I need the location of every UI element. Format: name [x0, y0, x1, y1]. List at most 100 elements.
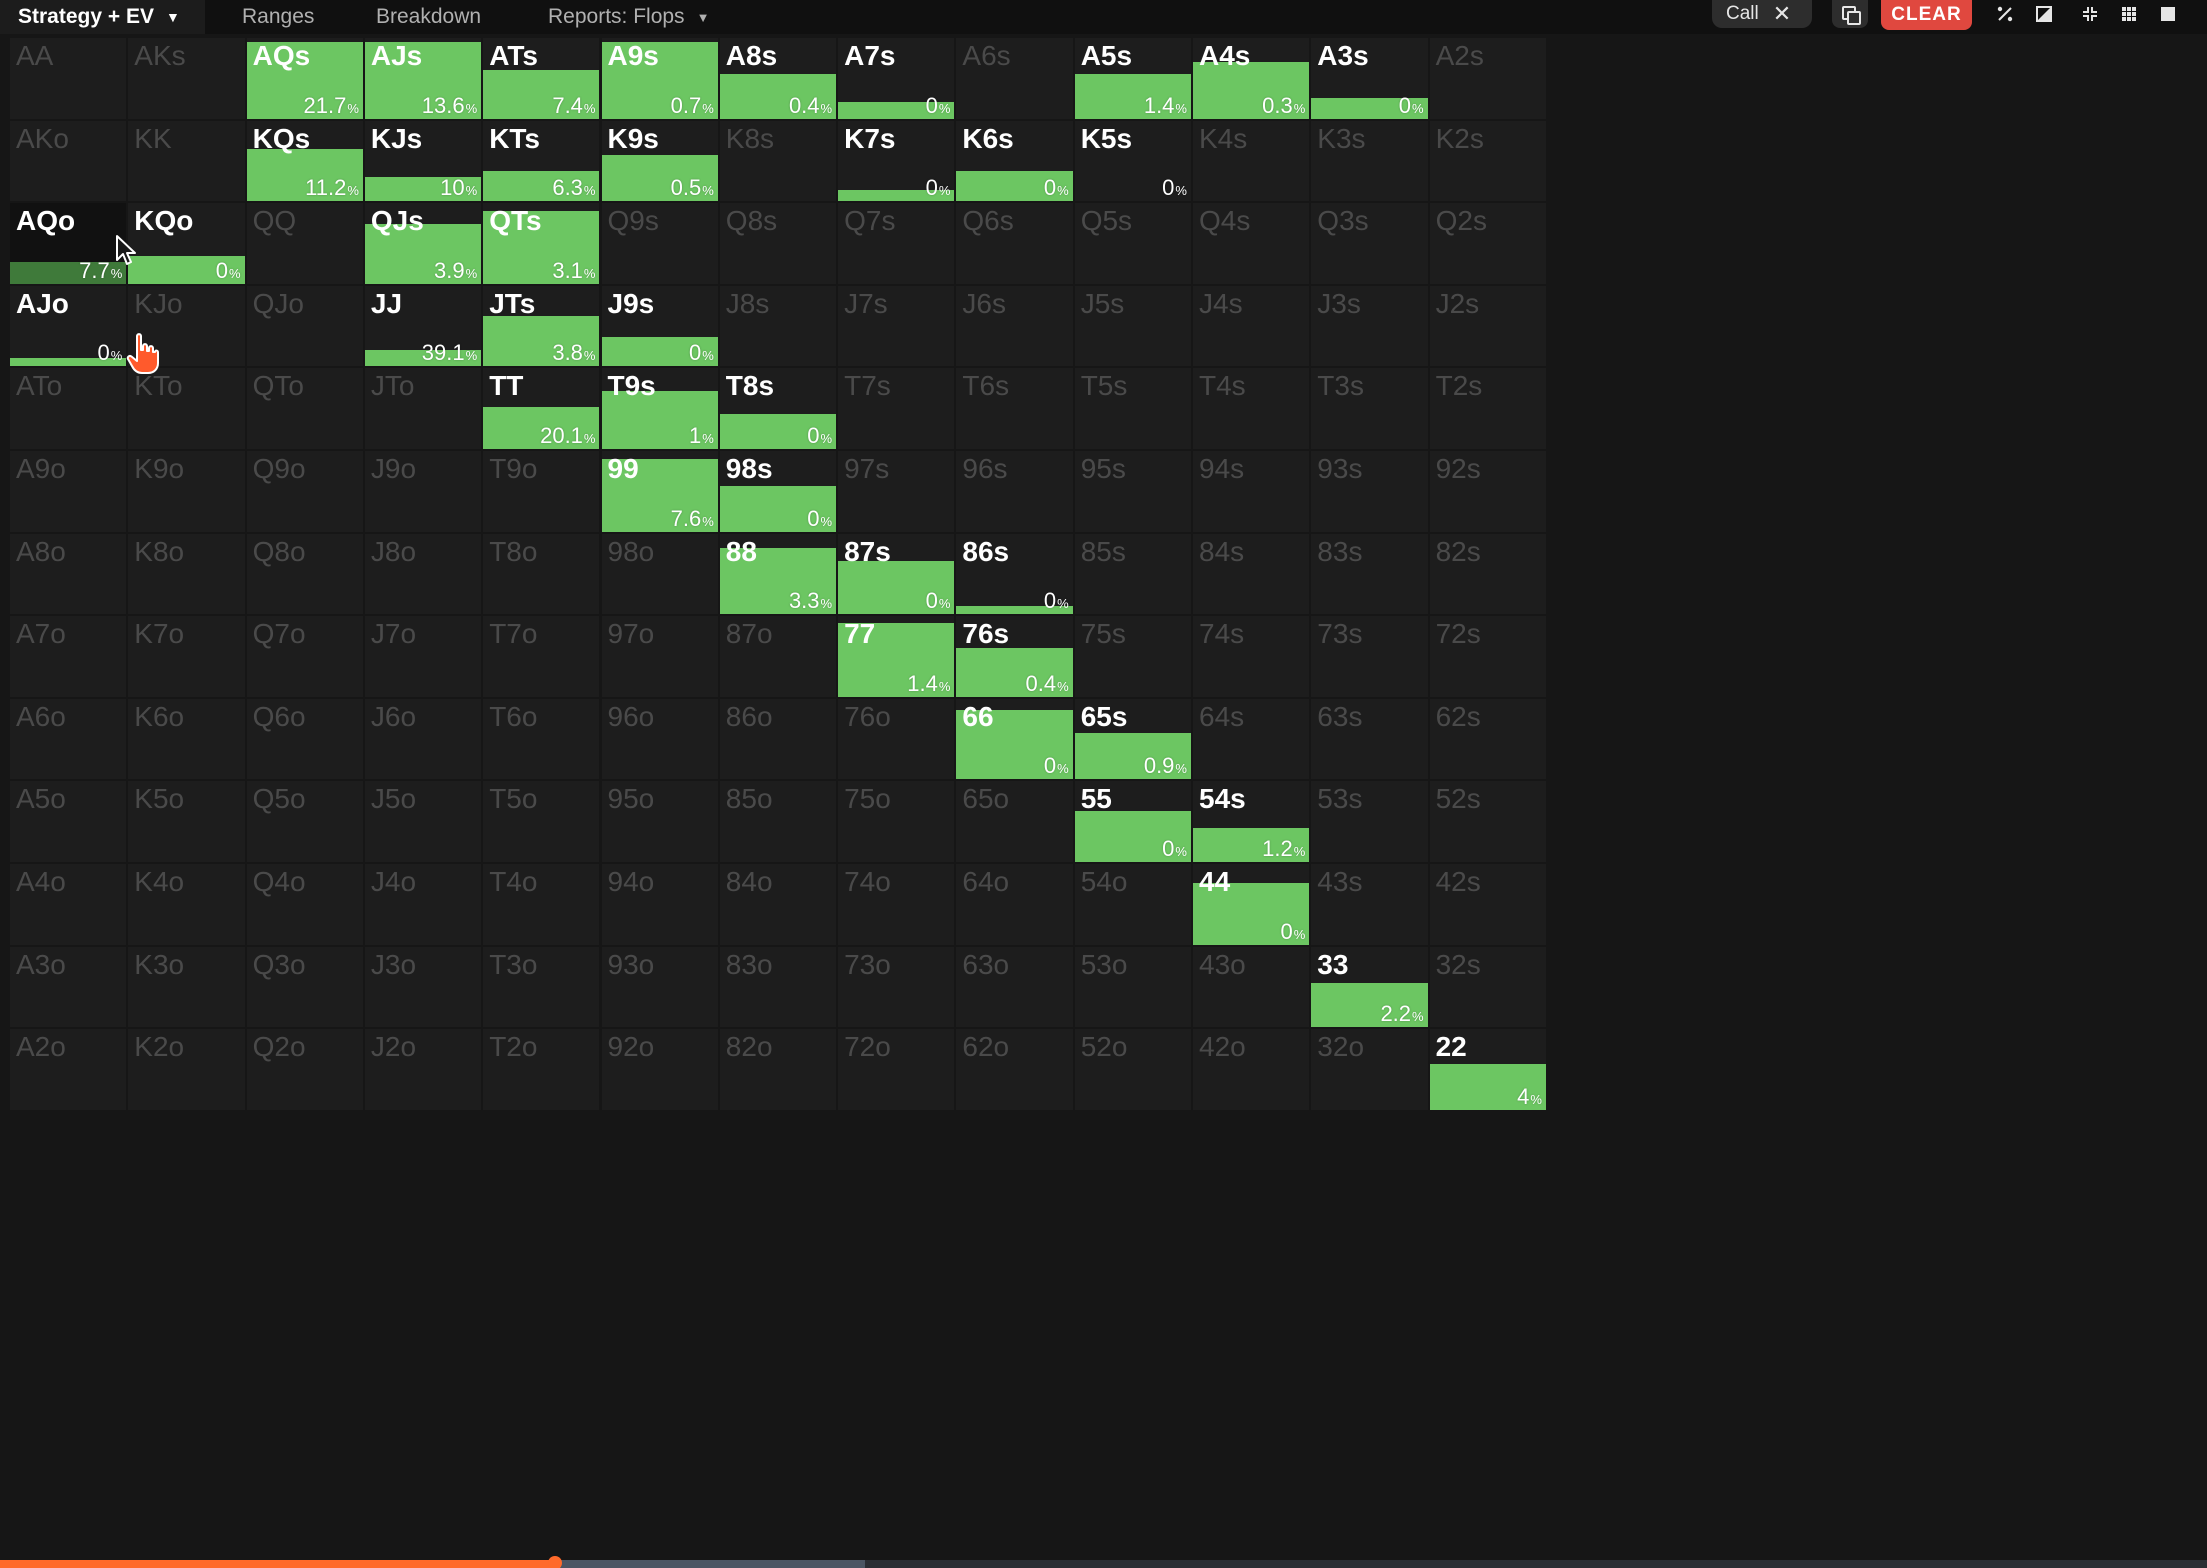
hand-cell-92s[interactable]: 92s — [1429, 451, 1546, 532]
hand-cell-85s[interactable]: 85s — [1074, 533, 1191, 615]
hand-cell-K7s[interactable]: 0% K7s — [838, 120, 955, 202]
hand-cell-J3s[interactable]: J3s — [1311, 285, 1428, 367]
hand-cell-53s[interactable]: 53s — [1311, 781, 1428, 862]
hand-cell-62o[interactable]: 62o — [956, 1029, 1073, 1110]
hand-cell-42o[interactable]: 42o — [1193, 1029, 1310, 1110]
hand-cell-75o[interactable]: 75o — [838, 781, 955, 862]
hand-cell-76o[interactable]: 76o — [838, 698, 955, 780]
hand-cell-AJs[interactable]: 13.6% AJs — [364, 38, 482, 119]
hand-cell-QJo[interactable]: QJo — [246, 285, 363, 367]
hand-cell-J4o[interactable]: J4o — [364, 864, 482, 945]
hand-cell-Q9s[interactable]: Q9s — [601, 203, 718, 284]
hand-cell-75s[interactable]: 75s — [1074, 616, 1191, 697]
hand-cell-A4o[interactable]: A4o — [10, 864, 127, 945]
hand-cell-Q7s[interactable]: Q7s — [838, 203, 955, 284]
hand-cell-96s[interactable]: 96s — [956, 451, 1073, 532]
hand-cell-Q2o[interactable]: Q2o — [246, 1029, 363, 1110]
hand-cell-87o[interactable]: 87o — [719, 616, 837, 697]
hand-cell-T9s[interactable]: 1% T9s — [601, 368, 718, 449]
hand-cell-72s[interactable]: 72s — [1429, 616, 1546, 697]
hand-cell-K6o[interactable]: K6o — [128, 698, 245, 780]
hand-cell-22[interactable]: 4% 22 — [1429, 1029, 1546, 1110]
hand-cell-63s[interactable]: 63s — [1311, 698, 1428, 780]
hand-cell-AKs[interactable]: AKs — [128, 38, 245, 119]
hand-cell-J6s[interactable]: J6s — [956, 285, 1073, 367]
hand-cell-J9o[interactable]: J9o — [364, 451, 482, 532]
hand-cell-42s[interactable]: 42s — [1429, 864, 1546, 945]
hand-cell-T3o[interactable]: T3o — [483, 946, 600, 1028]
hand-cell-65s[interactable]: 0.9% 65s — [1074, 698, 1191, 780]
hand-cell-93s[interactable]: 93s — [1311, 451, 1428, 532]
hand-cell-52o[interactable]: 52o — [1074, 1029, 1191, 1110]
hand-cell-J5s[interactable]: J5s — [1074, 285, 1191, 367]
hand-cell-77[interactable]: 1.4% 77 — [838, 616, 955, 697]
hand-cell-74o[interactable]: 74o — [838, 864, 955, 945]
hand-cell-JTo[interactable]: JTo — [364, 368, 482, 449]
hand-cell-J8s[interactable]: J8s — [719, 285, 837, 367]
hand-cell-82o[interactable]: 82o — [719, 1029, 837, 1110]
hand-cell-T5s[interactable]: T5s — [1074, 368, 1191, 449]
hand-cell-A2o[interactable]: A2o — [10, 1029, 127, 1110]
hand-cell-87s[interactable]: 0% 87s — [838, 533, 955, 615]
hand-cell-K8s[interactable]: K8s — [719, 120, 837, 202]
hand-cell-AQo[interactable]: 7.7% AQo — [10, 203, 127, 284]
hand-cell-T6s[interactable]: T6s — [956, 368, 1073, 449]
hand-cell-K3s[interactable]: K3s — [1311, 120, 1428, 202]
hand-cell-ATo[interactable]: ATo — [10, 368, 127, 449]
hand-cell-73s[interactable]: 73s — [1311, 616, 1428, 697]
hand-cell-83s[interactable]: 83s — [1311, 533, 1428, 615]
hand-cell-85o[interactable]: 85o — [719, 781, 837, 862]
hand-cell-Q4o[interactable]: Q4o — [246, 864, 363, 945]
hand-cell-Q8s[interactable]: Q8s — [719, 203, 837, 284]
hand-cell-T9o[interactable]: T9o — [483, 451, 600, 532]
hand-cell-J4s[interactable]: J4s — [1193, 285, 1310, 367]
hand-cell-J5o[interactable]: J5o — [364, 781, 482, 862]
hand-cell-Q7o[interactable]: Q7o — [246, 616, 363, 697]
hand-cell-Q5o[interactable]: Q5o — [246, 781, 363, 862]
hand-cell-86s[interactable]: 0% 86s — [956, 533, 1073, 615]
hand-cell-K9o[interactable]: K9o — [128, 451, 245, 532]
hand-cell-QQ[interactable]: QQ — [246, 203, 363, 284]
hand-cell-A2s[interactable]: A2s — [1429, 38, 1546, 119]
hand-cell-63o[interactable]: 63o — [956, 946, 1073, 1028]
hand-cell-A9o[interactable]: A9o — [10, 451, 127, 532]
hand-cell-K6s[interactable]: 0% K6s — [956, 120, 1073, 202]
hand-cell-88[interactable]: 3.3% 88 — [719, 533, 837, 615]
hand-cell-Q2s[interactable]: Q2s — [1429, 203, 1546, 284]
hand-cell-66[interactable]: 0% 66 — [956, 698, 1073, 780]
hand-cell-K5s[interactable]: 0% K5s — [1074, 120, 1191, 202]
hand-cell-A8s[interactable]: 0.4% A8s — [719, 38, 837, 119]
hand-cell-A9s[interactable]: 0.7% A9s — [601, 38, 718, 119]
hand-cell-82s[interactable]: 82s — [1429, 533, 1546, 615]
hand-cell-A7o[interactable]: A7o — [10, 616, 127, 697]
hand-cell-QTo[interactable]: QTo — [246, 368, 363, 449]
hand-cell-A8o[interactable]: A8o — [10, 533, 127, 615]
hand-cell-J7o[interactable]: J7o — [364, 616, 482, 697]
hand-cell-99[interactable]: 7.6% 99 — [601, 451, 718, 532]
hand-cell-72o[interactable]: 72o — [838, 1029, 955, 1110]
hand-cell-J3o[interactable]: J3o — [364, 946, 482, 1028]
hand-cell-Q3o[interactable]: Q3o — [246, 946, 363, 1028]
hand-cell-J2s[interactable]: J2s — [1429, 285, 1546, 367]
hand-cell-55[interactable]: 0% 55 — [1074, 781, 1191, 862]
hand-cell-AKo[interactable]: AKo — [10, 120, 127, 202]
hand-cell-JTs[interactable]: 3.8% JTs — [483, 285, 600, 367]
hand-cell-J6o[interactable]: J6o — [364, 698, 482, 780]
hand-cell-83o[interactable]: 83o — [719, 946, 837, 1028]
hand-cell-K4o[interactable]: K4o — [128, 864, 245, 945]
hand-cell-A3o[interactable]: A3o — [10, 946, 127, 1028]
hand-cell-64o[interactable]: 64o — [956, 864, 1073, 945]
hand-cell-J8o[interactable]: J8o — [364, 533, 482, 615]
progress-handle[interactable] — [548, 1556, 562, 1568]
hand-cell-K3o[interactable]: K3o — [128, 946, 245, 1028]
hand-cell-T7o[interactable]: T7o — [483, 616, 600, 697]
hand-cell-TT[interactable]: 20.1% TT — [483, 368, 600, 449]
hand-cell-96o[interactable]: 96o — [601, 698, 718, 780]
hand-cell-T2s[interactable]: T2s — [1429, 368, 1546, 449]
hand-cell-A7s[interactable]: 0% A7s — [838, 38, 955, 119]
hand-cell-K2o[interactable]: K2o — [128, 1029, 245, 1110]
hand-cell-K8o[interactable]: K8o — [128, 533, 245, 615]
hand-cell-A3s[interactable]: 0% A3s — [1311, 38, 1428, 119]
hand-cell-T4o[interactable]: T4o — [483, 864, 600, 945]
hand-cell-A6s[interactable]: A6s — [956, 38, 1073, 119]
